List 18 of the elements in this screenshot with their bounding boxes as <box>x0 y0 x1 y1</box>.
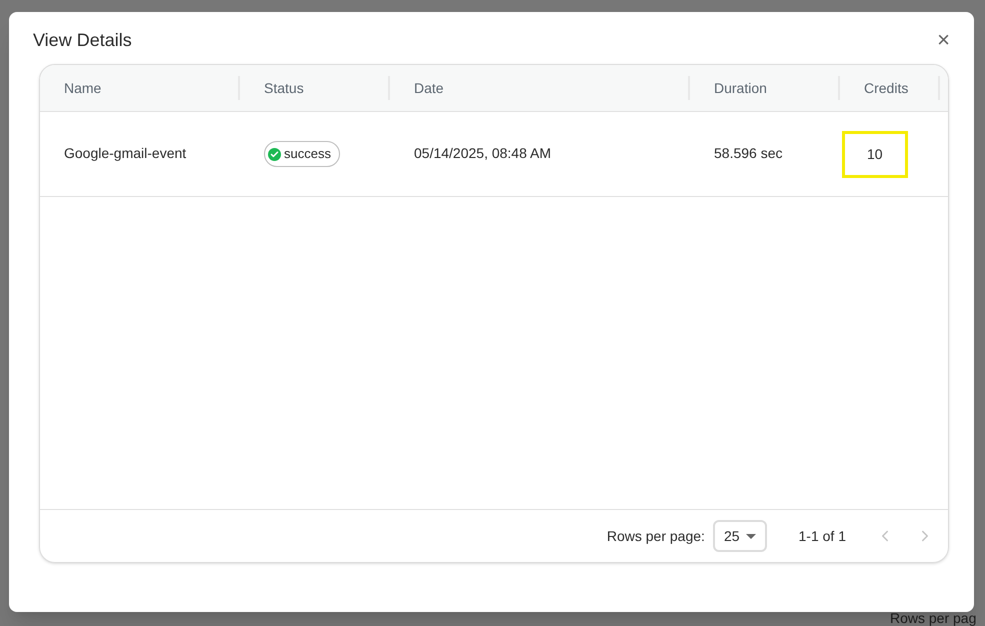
column-header: Name <box>64 78 102 98</box>
table-cell: 10 <box>842 130 908 178</box>
status-badge: success <box>264 141 340 167</box>
close-button[interactable]: × <box>937 29 950 51</box>
column-header: Date <box>414 78 444 98</box>
table-cell: Google-gmail-event <box>64 145 186 161</box>
table-cell: 05/14/2025, 08:48 AM <box>414 145 551 161</box>
column-header: Status <box>264 78 304 98</box>
check-icon <box>268 148 281 160</box>
rows-per-page-label: Rows per page: <box>606 526 705 546</box>
caret-icon <box>746 534 756 538</box>
page-range: 1-1 of 1 <box>798 526 846 546</box>
column-header: Duration <box>714 78 767 98</box>
dialog-title: View Details <box>33 28 132 52</box>
table-cell: 58.596 sec <box>714 145 782 161</box>
background-text: Rows per pag <box>890 609 976 626</box>
rows-per-page-select[interactable]: 25 <box>712 520 767 552</box>
column-header: Credits <box>864 78 908 98</box>
